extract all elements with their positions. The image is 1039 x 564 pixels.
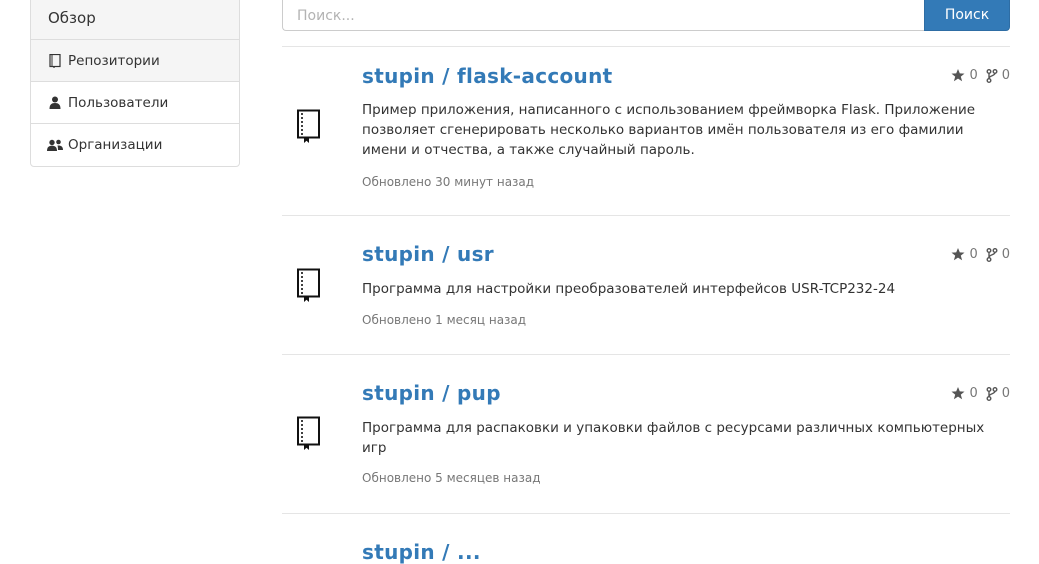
- star-count: 0: [969, 68, 978, 83]
- fork-count: 0: [1001, 68, 1010, 83]
- fork-count: 0: [1001, 247, 1010, 262]
- list-item: stupin / flask-account 0 0 Пример прилож…: [282, 46, 1010, 215]
- repo-title-link[interactable]: stupin / usr: [362, 242, 494, 266]
- book-icon: [296, 109, 326, 143]
- fork-count: 0: [1001, 386, 1010, 401]
- book-icon: [296, 268, 326, 302]
- sidebar-item-label: Организации: [68, 137, 163, 153]
- fork-icon: [986, 386, 998, 401]
- repo-stats: 0 0: [951, 386, 1010, 401]
- list-item: stupin / usr 0 0 Программа для настройки…: [282, 215, 1010, 354]
- star-count: 0: [969, 247, 978, 262]
- repo-updated: Обновлено 5 месяцев назад: [362, 471, 541, 485]
- repo-description: Программа для распаковки и упаковки файл…: [362, 420, 985, 456]
- sidebar-item-label: Репозитории: [68, 52, 160, 69]
- repo-title-link[interactable]: stupin / pup: [362, 381, 501, 405]
- star-icon: [951, 69, 965, 82]
- search-bar: Поиск: [282, 0, 1010, 31]
- repo-stats: 0 0: [951, 68, 1010, 83]
- sidebar: Обзор Репозитории Пользователи Организац…: [30, 0, 240, 167]
- repo-stats: 0 0: [951, 247, 1010, 262]
- search-button[interactable]: Поиск: [924, 0, 1010, 31]
- book-icon: [47, 53, 63, 68]
- repo-description: Пример приложения, написанного с использ…: [362, 102, 976, 158]
- repo-updated: Обновлено 1 месяц назад: [362, 313, 527, 327]
- sidebar-item-organizations[interactable]: Организации: [31, 124, 239, 166]
- repo-list: stupin / flask-account 0 0 Пример прилож…: [282, 46, 1010, 564]
- star-icon: [951, 387, 965, 400]
- fork-icon: [986, 247, 998, 262]
- list-item: stupin / pup 0 0 Программа для распаковк…: [282, 354, 1010, 513]
- star-icon: [951, 248, 965, 261]
- repo-updated: Обновлено 30 минут назад: [362, 175, 535, 189]
- list-item: stupin / ...: [282, 513, 1010, 564]
- repo-description: Программа для настройки преобразователей…: [362, 281, 896, 297]
- users-icon: [47, 138, 63, 152]
- search-input[interactable]: [282, 0, 924, 31]
- star-count: 0: [969, 386, 978, 401]
- book-icon: [296, 416, 326, 450]
- repo-title-link[interactable]: stupin / ...: [362, 540, 481, 564]
- sidebar-item-repositories[interactable]: Репозитории: [31, 40, 239, 82]
- fork-icon: [986, 68, 998, 83]
- sidebar-header: Обзор: [31, 0, 239, 40]
- user-icon: [47, 96, 63, 110]
- repo-title-link[interactable]: stupin / flask-account: [362, 64, 613, 88]
- sidebar-item-users[interactable]: Пользователи: [31, 82, 239, 124]
- sidebar-item-label: Пользователи: [68, 94, 169, 111]
